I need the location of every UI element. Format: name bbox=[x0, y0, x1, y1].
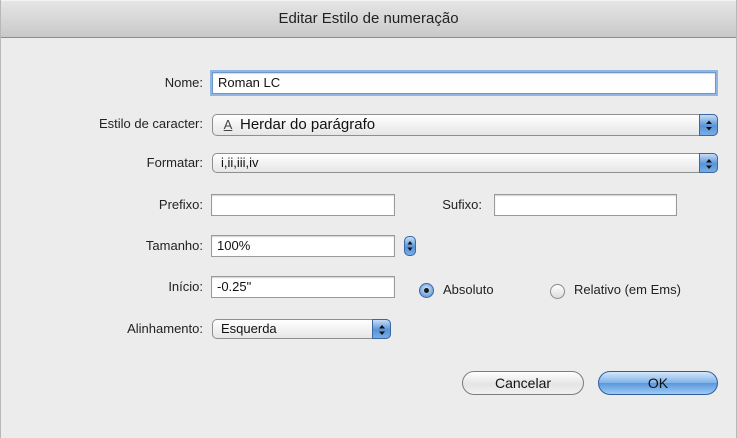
absoluto-label[interactable]: Absoluto bbox=[443, 282, 494, 297]
dialog-title: Editar Estilo de numeração bbox=[278, 10, 459, 27]
alinhamento-value: Esquerda bbox=[221, 321, 277, 336]
updown-chevron-icon bbox=[699, 153, 718, 173]
ok-button-label: OK bbox=[647, 375, 669, 391]
ok-button[interactable]: OK bbox=[598, 371, 718, 395]
estilo-label: Estilo de caracter: bbox=[98, 116, 203, 131]
tamanho-field[interactable]: 100% bbox=[211, 235, 395, 257]
inicio-value: -0.25" bbox=[217, 279, 252, 294]
estilo-value: Herdar do parágrafo bbox=[240, 116, 376, 133]
nome-value: Roman LC bbox=[218, 75, 281, 90]
inicio-label: Início: bbox=[168, 279, 203, 294]
alinhamento-label: Alinhamento: bbox=[127, 321, 203, 336]
alinhamento-popup[interactable]: Esquerda bbox=[212, 319, 391, 339]
sufixo-field[interactable] bbox=[494, 194, 677, 216]
sufixo-label: Sufixo: bbox=[442, 197, 482, 212]
updown-chevron-icon bbox=[699, 114, 718, 136]
tamanho-stepper[interactable] bbox=[404, 236, 416, 256]
formatar-label: Formatar: bbox=[146, 155, 203, 170]
prefixo-label: Prefixo: bbox=[158, 197, 203, 212]
estilo-popup[interactable]: A Herdar do parágrafo bbox=[212, 114, 718, 136]
absoluto-radio[interactable] bbox=[419, 283, 434, 298]
updown-chevron-icon bbox=[372, 319, 391, 339]
nome-field[interactable]: Roman LC bbox=[212, 72, 716, 94]
relativo-label[interactable]: Relativo (em Ems) bbox=[574, 282, 681, 297]
cancel-button[interactable]: Cancelar bbox=[462, 371, 584, 395]
inicio-field[interactable]: -0.25" bbox=[211, 276, 395, 298]
relativo-radio[interactable] bbox=[550, 284, 565, 299]
prefixo-field[interactable] bbox=[211, 194, 395, 216]
tamanho-value: 100% bbox=[217, 238, 251, 253]
title-bar: Editar Estilo de numeração bbox=[1, 0, 736, 38]
tamanho-label: Tamanho: bbox=[145, 238, 203, 253]
radio-selected-dot bbox=[424, 288, 429, 293]
formatar-popup[interactable]: i,ii,iii,iv bbox=[212, 153, 718, 173]
formatar-value: i,ii,iii,iv bbox=[221, 155, 259, 170]
character-style-icon: A bbox=[223, 117, 233, 132]
nome-label: Nome: bbox=[164, 75, 203, 90]
cancel-button-label: Cancelar bbox=[494, 375, 552, 391]
dialog-window: Editar Estilo de numeração Nome: Roman L… bbox=[0, 0, 737, 438]
